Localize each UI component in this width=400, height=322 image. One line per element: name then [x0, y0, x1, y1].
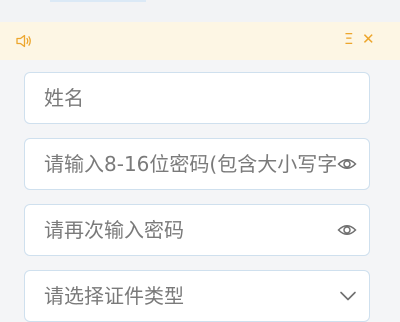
password-field[interactable]: 请输入8-16位密码(包含大小写字	[24, 138, 370, 190]
name-field[interactable]: 姓名	[24, 72, 370, 124]
id-type-select[interactable]: 请选择证件类型	[24, 270, 370, 322]
chevron-down-icon	[340, 291, 356, 301]
close-icon[interactable]: ✕	[362, 32, 375, 47]
notice-bar	[0, 22, 400, 60]
top-strip	[0, 0, 400, 22]
speaker-icon	[16, 34, 31, 48]
tab-underline	[50, 0, 146, 2]
id-type-placeholder: 请选择证件类型	[44, 284, 184, 308]
eye-icon[interactable]	[337, 154, 357, 174]
confirm-password-placeholder: 请再次输入密码	[44, 218, 184, 242]
eye-icon[interactable]	[337, 220, 357, 240]
confirm-password-field[interactable]: 请再次输入密码	[24, 204, 370, 256]
name-placeholder: 姓名	[44, 86, 84, 110]
password-placeholder: 请输入8-16位密码(包含大小写字	[44, 152, 338, 176]
expand-icon[interactable]: Ξ	[344, 32, 353, 47]
